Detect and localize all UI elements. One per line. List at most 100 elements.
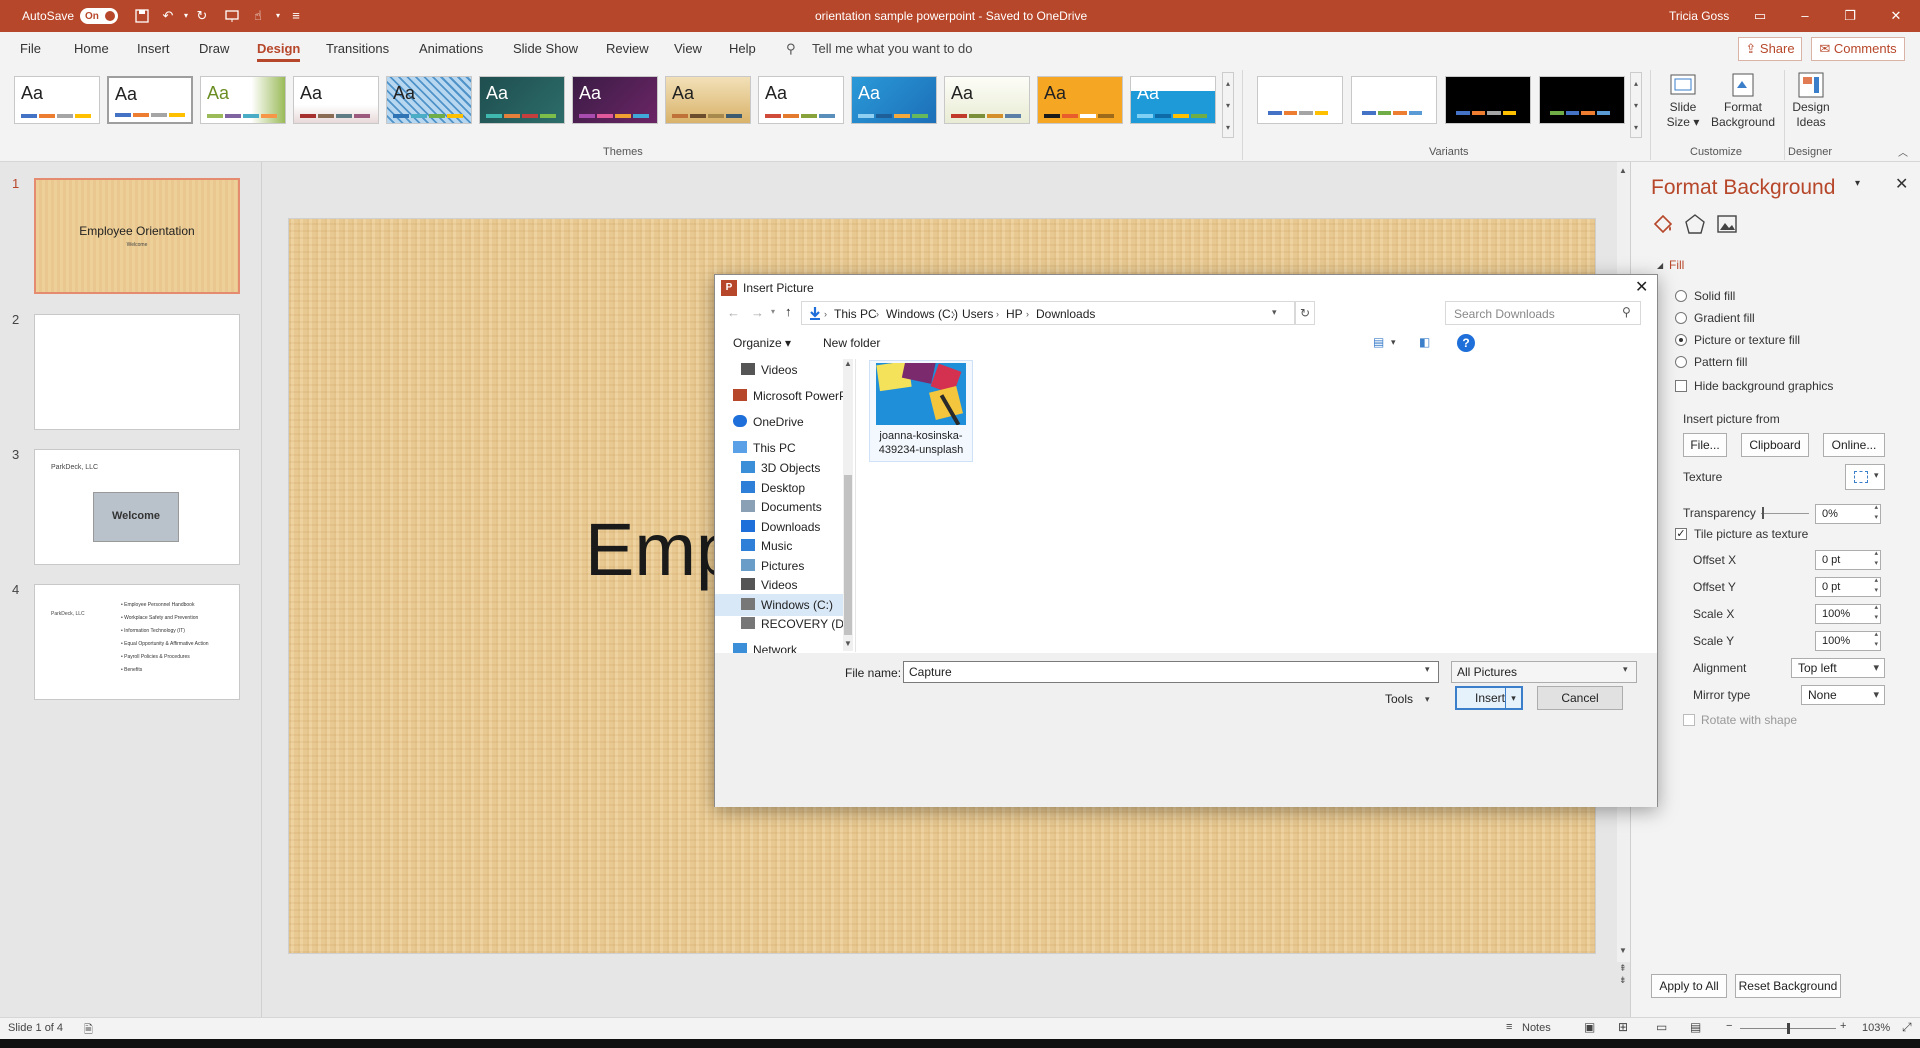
nav-onedrive[interactable]: OneDrive (733, 411, 804, 433)
effects-tab-icon[interactable] (1683, 212, 1707, 236)
zoom-level[interactable]: 103% (1862, 1022, 1890, 1034)
zoom-slider-thumb[interactable] (1787, 1023, 1790, 1034)
undo-icon[interactable]: ↶ (160, 8, 176, 24)
filter-dropdown-icon[interactable]: ▾ (1623, 664, 1628, 675)
hide-bg-checkbox[interactable] (1675, 380, 1687, 392)
zoom-in-icon[interactable]: + (1840, 1020, 1846, 1032)
file-item[interactable]: joanna-kosinska- 439234-unsplash (869, 360, 973, 462)
view-dropdown-icon[interactable]: ▾ (1391, 337, 1396, 348)
scale-y-input[interactable]: 100% (1815, 630, 1881, 651)
fit-slide-icon[interactable]: ⤢ (1902, 1020, 1912, 1035)
restore-icon[interactable]: ❐ (1842, 8, 1858, 24)
up-folder-icon[interactable]: ↑ (785, 304, 792, 319)
theme-option-3[interactable]: Aa (200, 76, 286, 124)
tab-file[interactable]: File (20, 32, 41, 66)
picture-fill-radio[interactable] (1675, 334, 1687, 346)
tile-label[interactable]: Tile picture as texture (1694, 527, 1808, 541)
theme-option-11[interactable]: Aa (944, 76, 1030, 124)
nav-this-pc[interactable]: This PC (733, 437, 796, 459)
pattern-fill-radio[interactable] (1675, 356, 1687, 368)
texture-picker[interactable]: ▾ (1845, 464, 1885, 490)
nav-videos-quick[interactable]: Videos (741, 359, 797, 381)
touch-mode-icon[interactable]: ☝ (250, 8, 266, 24)
gradient-fill-radio[interactable] (1675, 312, 1687, 324)
design-ideas-button[interactable]: Design Ideas (1788, 70, 1834, 130)
nav-documents[interactable]: Documents (741, 496, 822, 518)
transparency-slider[interactable] (1761, 513, 1809, 514)
search-icon[interactable]: ⚲ (1622, 305, 1631, 319)
tab-slide-show[interactable]: Slide Show (513, 32, 578, 66)
crumb-downloads[interactable]: Downloads (1036, 302, 1095, 326)
preview-pane-icon[interactable]: ◧ (1419, 335, 1430, 349)
help-icon[interactable]: ? (1457, 334, 1475, 352)
insert-options-dropdown-icon[interactable]: ▾ (1505, 688, 1521, 708)
nav-videos[interactable]: Videos (741, 574, 797, 596)
slide-thumb-2[interactable] (34, 314, 240, 430)
theme-option-5[interactable]: Aa (386, 76, 472, 124)
slide-thumb-1[interactable]: Employee Orientation Welcome (34, 178, 240, 294)
theme-option-4[interactable]: Aa (293, 76, 379, 124)
nav-music[interactable]: Music (741, 535, 792, 557)
themes-scroll[interactable]: ▴ ▾ ▾ (1222, 72, 1234, 138)
offset-y-input[interactable]: 0 pt (1815, 576, 1881, 597)
ribbon-display-options-icon[interactable]: ▭ (1752, 8, 1768, 24)
tab-view[interactable]: View (674, 32, 702, 66)
normal-view-icon[interactable]: ▣ (1584, 1020, 1595, 1034)
fill-collapse-icon[interactable]: ◢ (1657, 261, 1663, 270)
crumb-hp[interactable]: HP (1006, 302, 1023, 326)
slide-sorter-icon[interactable]: ⊞ (1618, 1020, 1628, 1034)
autosave-toggle[interactable]: On (80, 8, 118, 24)
variant-4[interactable] (1539, 76, 1625, 124)
theme-option-13[interactable]: Aa (1130, 76, 1216, 124)
fill-tab-icon[interactable] (1651, 212, 1675, 236)
pane-options-icon[interactable]: ▾ (1855, 178, 1860, 189)
slide-thumb-3[interactable]: ParkDeck, LLC Welcome (34, 449, 240, 565)
reset-background-button[interactable]: Reset Background (1735, 974, 1841, 998)
clipboard-button[interactable]: Clipboard (1741, 433, 1809, 457)
spelling-icon[interactable]: 🗎 (84, 1021, 93, 1040)
comments-button[interactable]: ✉ Comments (1811, 37, 1905, 61)
undo-dropdown-icon[interactable]: ▾ (178, 8, 194, 24)
format-background-button[interactable]: Format Background (1708, 70, 1778, 130)
theme-option-8[interactable]: Aa (665, 76, 751, 124)
rotate-with-shape-checkbox[interactable] (1683, 714, 1695, 726)
variant-1[interactable] (1257, 76, 1343, 124)
redo-icon[interactable]: ↻ (194, 8, 210, 24)
new-folder-button[interactable]: New folder (823, 336, 880, 350)
crumb-windows-c[interactable]: Windows (C:) (886, 302, 958, 326)
tab-review[interactable]: Review (606, 32, 649, 66)
crumb-users[interactable]: Users (962, 302, 993, 326)
theme-option-7[interactable]: Aa (572, 76, 658, 124)
tab-transitions[interactable]: Transitions (326, 32, 389, 66)
gradient-fill-label[interactable]: Gradient fill (1694, 311, 1755, 325)
change-view-icon[interactable]: ▤ (1373, 335, 1384, 349)
file-name-dropdown-icon[interactable]: ▾ (1425, 664, 1430, 675)
file-button[interactable]: File... (1683, 433, 1727, 457)
nav-3d-objects[interactable]: 3D Objects (741, 457, 820, 479)
variants-scroll[interactable]: ▴ ▾ ▾ (1630, 72, 1642, 138)
nav-microsoft-powerpoint[interactable]: Microsoft PowerP (733, 385, 843, 407)
pattern-fill-label[interactable]: Pattern fill (1694, 355, 1747, 369)
picture-fill-label[interactable]: Picture or texture fill (1694, 333, 1800, 347)
tile-checkbox[interactable]: ✓ (1675, 528, 1687, 540)
prev-next-slide-icon[interactable]: ⇞ ⇟ (1619, 962, 1627, 986)
tell-me-box[interactable]: Tell me what you want to do (812, 32, 972, 66)
slideshow-view-icon[interactable]: ▤ (1690, 1020, 1701, 1034)
nav-scrollbar[interactable]: ▲ ▼ (843, 359, 853, 651)
tools-button[interactable]: Tools (1385, 692, 1413, 706)
mirror-type-dropdown[interactable]: None (1801, 685, 1885, 705)
notes-icon[interactable]: ≡ (1506, 1021, 1512, 1033)
tab-design[interactable]: Design (257, 32, 301, 66)
tab-home[interactable]: Home (74, 32, 109, 66)
close-window-icon[interactable]: ✕ (1888, 8, 1904, 24)
fill-section-header[interactable]: Fill (1669, 258, 1684, 272)
hide-bg-label[interactable]: Hide background graphics (1694, 379, 1833, 393)
address-bar[interactable]: › This PC › Windows (C:) › Users › HP › … (801, 301, 1295, 325)
transparency-input[interactable]: 0% (1815, 503, 1881, 524)
theme-option-12[interactable]: Aa (1037, 76, 1123, 124)
search-box[interactable]: Search Downloads ⚲ (1445, 301, 1641, 325)
save-icon[interactable] (134, 8, 150, 24)
tab-help[interactable]: Help (729, 32, 756, 66)
tab-draw[interactable]: Draw (199, 32, 229, 66)
nav-recovery-d[interactable]: RECOVERY (D:) (741, 613, 843, 635)
